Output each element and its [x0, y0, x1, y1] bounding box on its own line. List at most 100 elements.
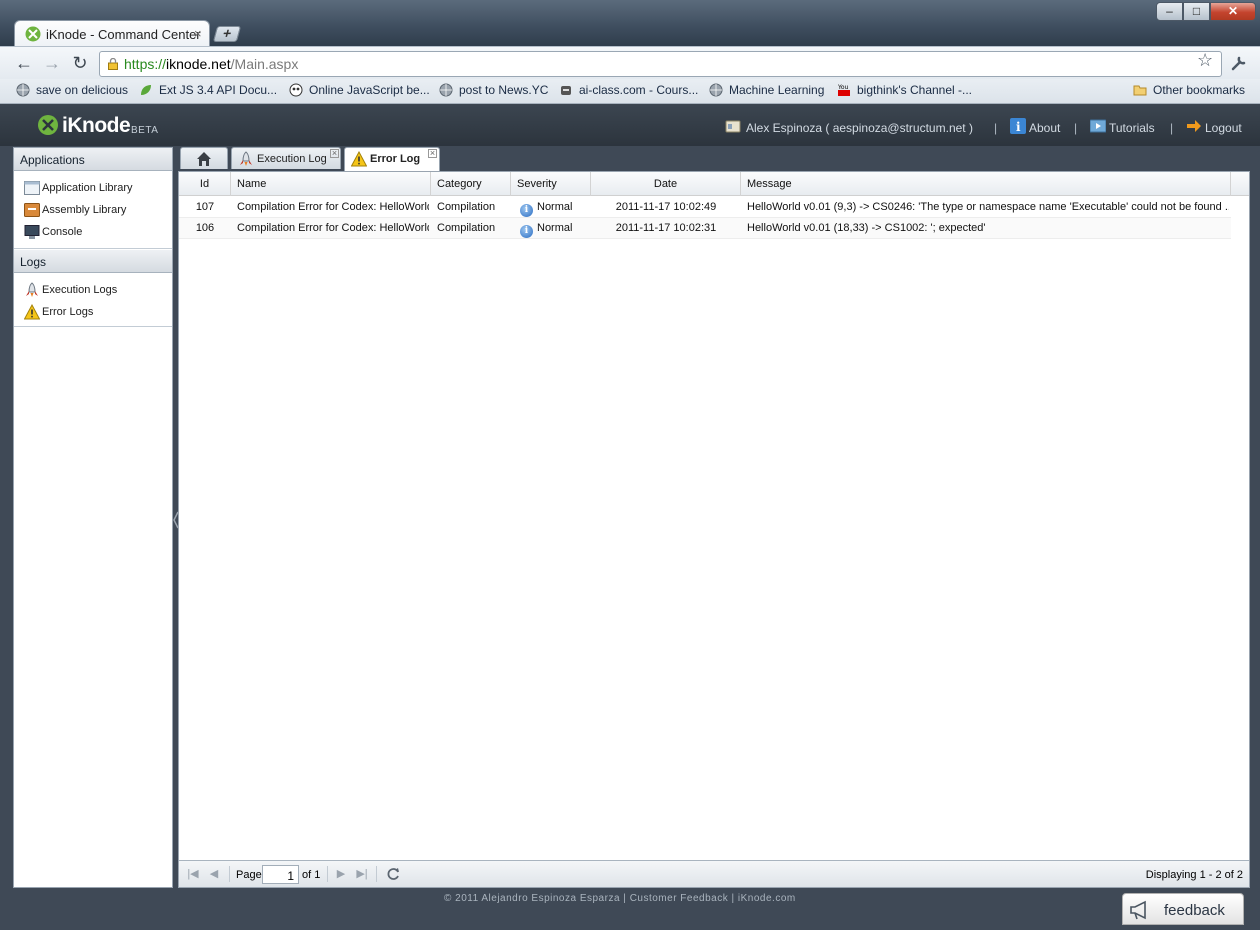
tab-execution-log[interactable]: Execution Log ×: [231, 147, 341, 169]
monitor-icon: [24, 225, 40, 239]
browser-titlebar: iKnode - Command Center × + – □ ✕: [0, 0, 1260, 47]
logout-link[interactable]: Logout: [1205, 121, 1242, 135]
logs-group-header[interactable]: Logs: [14, 250, 172, 273]
browser-tab[interactable]: iKnode - Command Center ×: [14, 20, 210, 47]
tutorials-link[interactable]: Tutorials: [1109, 121, 1155, 135]
back-arrow-icon[interactable]: ←: [14, 53, 34, 73]
application-window-icon: [24, 181, 40, 195]
window-minimize-button[interactable]: –: [1156, 2, 1183, 21]
bookmark-star-icon[interactable]: ☆: [1197, 50, 1213, 71]
column-header-date[interactable]: Date: [591, 172, 741, 196]
reload-icon[interactable]: ↻: [70, 53, 90, 73]
bookmark-item[interactable]: Ext JS 3.4 API Docu...: [139, 83, 277, 97]
refresh-icon[interactable]: [385, 866, 401, 882]
cell-id: 107: [195, 201, 215, 213]
tab-label: Error Log: [370, 153, 421, 165]
page-number-input[interactable]: [262, 865, 299, 884]
table-row[interactable]: 107 Compilation Error for Codex: HelloWo…: [179, 197, 1231, 218]
bookmark-item[interactable]: save on delicious: [16, 83, 128, 97]
error-log-grid: Id Name Category Severity Date Message 1…: [178, 171, 1250, 888]
cell-severity: i Normal: [520, 222, 590, 238]
table-row[interactable]: 106 Compilation Error for Codex: HelloWo…: [179, 218, 1231, 239]
column-header-message[interactable]: Message: [741, 172, 1231, 196]
window-maximize-button[interactable]: □: [1183, 2, 1210, 21]
next-page-icon[interactable]: ▶: [334, 867, 348, 881]
url-text: https://iknode.net/Main.aspx: [124, 56, 298, 72]
cell-category: Compilation: [437, 222, 496, 234]
new-tab-button[interactable]: +: [212, 25, 242, 42]
pager-separator: [376, 866, 377, 882]
wrench-icon[interactable]: [1230, 54, 1248, 72]
app-footer: © 2011 Alejandro Espinoza Esparza | Cust…: [0, 888, 1260, 930]
tab-close-icon[interactable]: ×: [330, 149, 339, 158]
svg-text:i: i: [1016, 120, 1021, 134]
bookmark-label: Online JavaScript be...: [309, 83, 430, 97]
customer-feedback-link[interactable]: Customer Feedback: [630, 893, 729, 904]
column-header-severity[interactable]: Severity: [511, 172, 591, 196]
page-label: Page: [236, 869, 262, 881]
pager-separator: [327, 866, 328, 882]
tab-close-icon[interactable]: ×: [194, 26, 202, 41]
user-card-icon: [725, 120, 741, 133]
cell-date: 2011-11-17 10:02:31: [615, 222, 717, 234]
column-header-category[interactable]: Category: [431, 172, 511, 196]
app-header: iKnode BETA Alex Espinoza ( aespinoza@st…: [0, 104, 1260, 146]
user-info: Alex Espinoza ( aespinoza@structum.net ): [746, 121, 973, 135]
cell-date: 2011-11-17 10:02:49: [615, 201, 717, 213]
bookmark-item[interactable]: post to News.YC: [439, 83, 548, 97]
column-header-id[interactable]: Id: [179, 172, 231, 196]
megaphone-icon: [1130, 900, 1146, 920]
last-page-icon[interactable]: ▶|: [355, 867, 369, 881]
paging-toolbar: |◀ ◀ Page of 1 ▶ ▶| Displaying 1 - 2 of …: [179, 860, 1249, 887]
globe-icon: [16, 83, 30, 97]
tab-close-icon[interactable]: ×: [428, 149, 437, 158]
url-protocol: https://: [124, 56, 167, 72]
first-page-icon[interactable]: |◀: [186, 867, 200, 881]
applications-group-header[interactable]: Applications: [14, 148, 172, 171]
about-link[interactable]: About: [1029, 121, 1060, 135]
column-header-name[interactable]: Name: [231, 172, 431, 196]
tab-home[interactable]: [180, 147, 228, 169]
sidebar-item-label: Assembly Library: [42, 204, 127, 216]
info-icon: i: [520, 225, 533, 238]
owl-icon: [289, 83, 303, 97]
browser-toolbar: ← → ↻ https://iknode.net/Main.aspx ☆: [0, 46, 1260, 79]
pager-separator: [229, 866, 230, 882]
cell-name: Compilation Error for Codex: HelloWorld: [237, 222, 429, 234]
cell-category: Compilation: [437, 201, 496, 213]
navigation-sidebar: Applications Application Library Assembl…: [13, 147, 173, 888]
bookmark-item[interactable]: ai-class.com - Cours...: [559, 83, 698, 97]
url-host: iknode.net: [166, 56, 231, 72]
severity-label: Normal: [537, 201, 573, 213]
header-separator: |: [1170, 121, 1174, 135]
site-link[interactable]: iKnode.com: [738, 893, 796, 904]
tab-label: Execution Log: [257, 153, 327, 165]
window-close-button[interactable]: ✕: [1210, 2, 1256, 21]
iknode-logo-icon: [38, 115, 58, 135]
bookmark-label: post to News.YC: [459, 83, 549, 97]
youtube-icon: You: [837, 84, 850, 96]
lock-icon: [108, 58, 118, 70]
other-bookmarks[interactable]: Other bookmarks: [1133, 83, 1245, 97]
sidebar-item-label: Error Logs: [42, 306, 94, 318]
address-bar[interactable]: https://iknode.net/Main.aspx: [99, 51, 1222, 77]
feedback-button[interactable]: feedback: [1122, 893, 1244, 925]
bookmark-item[interactable]: You bigthink's Channel -...: [837, 83, 972, 97]
browser-tab-title: iKnode - Command Center: [46, 27, 201, 42]
page-count-label: of 1: [302, 869, 321, 881]
tab-error-log[interactable]: Error Log ×: [344, 147, 440, 171]
home-icon: [197, 152, 211, 166]
main-panel: Execution Log × Error Log × Id Name Cate…: [178, 147, 1250, 888]
cell-message: HelloWorld v0.01 (9,3) -> CS0246: 'The t…: [747, 201, 1229, 213]
bookmark-item[interactable]: Machine Learning: [709, 83, 824, 97]
bookmarks-bar: save on delicious Ext JS 3.4 API Docu...…: [0, 79, 1260, 104]
previous-page-icon[interactable]: ◀: [207, 867, 221, 881]
bookmark-item[interactable]: Online JavaScript be...: [289, 83, 430, 97]
warning-icon: [24, 304, 40, 320]
cell-id: 106: [195, 222, 215, 234]
assembly-box-icon: [24, 203, 40, 217]
folder-icon: [1133, 85, 1147, 96]
other-bookmarks-label: Other bookmarks: [1153, 83, 1246, 97]
info-icon: i: [1010, 118, 1026, 134]
forward-arrow-icon[interactable]: →: [42, 53, 62, 73]
